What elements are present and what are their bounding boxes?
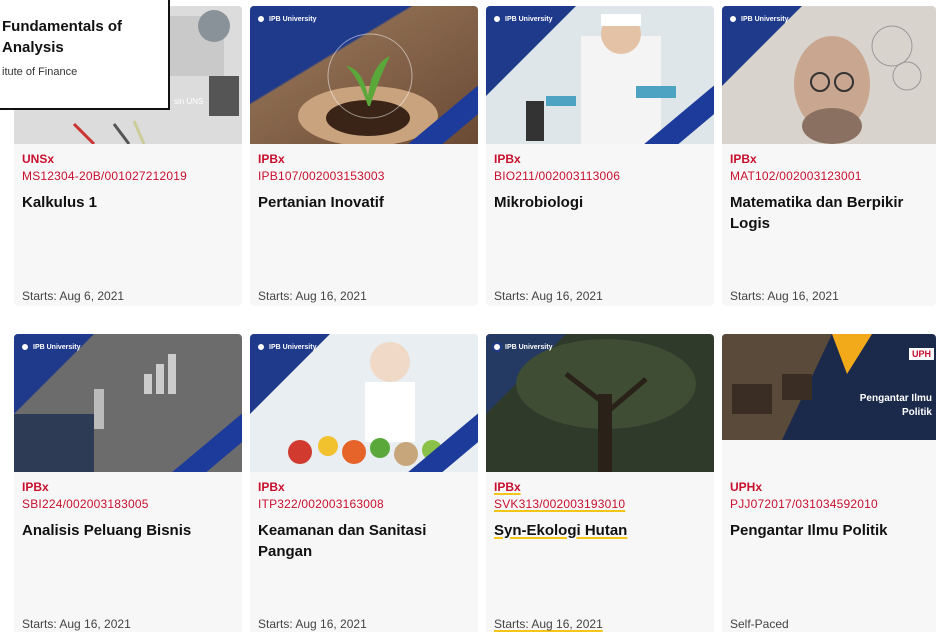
uph-logo: UPH (908, 348, 934, 360)
ipb-logo-icon (20, 342, 30, 352)
ipb-university-badge: IPB University (492, 342, 552, 352)
course-card-syn-ekologi-hutan[interactable]: IPB University IPBx SVK313/002003193010 … (486, 334, 714, 632)
ipb-university-badge: IPB University (728, 14, 788, 24)
course-org: UPHx (730, 480, 763, 494)
course-start-date: Self-Paced (730, 617, 789, 631)
course-start-date: Starts: Aug 16, 2021 (258, 289, 367, 303)
course-preview-popup[interactable]: Fundamentals of Analysis itute of Financ… (0, 0, 170, 110)
course-start-date: Starts: Aug 16, 2021 (494, 617, 603, 631)
course-code: IPB107/002003153003 (258, 169, 385, 183)
course-org: IPBx (22, 480, 49, 494)
course-title[interactable]: Pertanian Inovatif (258, 192, 472, 213)
course-code: MAT102/002003123001 (730, 169, 862, 183)
thumb-course-title: Pengantar Ilmu Politik (859, 393, 932, 418)
course-card-pertanian-inovatif[interactable]: IPB University IPBx IPB107/002003153003 … (250, 6, 478, 306)
course-thumbnail: UPH Pengantar Ilmu Politik (722, 334, 936, 440)
course-start-date: Starts: Aug 6, 2021 (22, 289, 125, 303)
course-title[interactable]: Syn-Ekologi Hutan (494, 520, 708, 541)
course-org: IPBx (494, 480, 521, 494)
course-thumbnail: IPB University (14, 334, 242, 472)
course-thumbnail: IPB University (250, 6, 478, 144)
ipb-logo-icon (492, 14, 502, 24)
ipb-university-badge: IPB University (20, 342, 80, 352)
popup-subtitle: itute of Finance (2, 66, 78, 78)
course-card-matematika[interactable]: IPB University IPBx MAT102/002003123001 … (722, 6, 936, 306)
course-code: BIO211/002003113006 (494, 169, 621, 183)
ipb-university-badge: IPB University (256, 14, 316, 24)
ipb-logo-icon (256, 14, 266, 24)
course-title[interactable]: Kalkulus 1 (22, 192, 236, 213)
course-title[interactable]: Pengantar Ilmu Politik (730, 520, 930, 541)
course-grid: sin UNS UNSx MS12304-20B/001027212019 Ka… (0, 0, 936, 632)
course-card-keamanan-dan-sanitasi[interactable]: IPB University IPBx ITP322/002003163008 … (250, 334, 478, 632)
course-title[interactable]: Analisis Peluang Bisnis (22, 520, 236, 541)
course-title[interactable]: Keamanan dan Sanitasi Pangan (258, 520, 472, 562)
popup-title: Fundamentals of Analysis (2, 18, 123, 56)
course-start-date: Starts: Aug 16, 2021 (258, 617, 367, 631)
course-start-date: Starts: Aug 16, 2021 (22, 617, 131, 631)
course-title[interactable]: Mikrobiologi (494, 192, 708, 213)
course-code: SBI224/002003183005 (22, 497, 149, 511)
course-thumbnail: IPB University (250, 334, 478, 472)
course-code: MS12304-20B/001027212019 (22, 169, 187, 183)
course-thumbnail: IPB University (486, 334, 714, 472)
course-title[interactable]: Matematika dan Berpikir Logis (730, 192, 930, 234)
course-org: IPBx (258, 152, 285, 166)
course-start-date: Starts: Aug 16, 2021 (494, 289, 603, 303)
course-org: IPBx (258, 480, 285, 494)
course-card-mikrobiologi[interactable]: IPB University IPBx BIO211/002003113006 … (486, 6, 714, 306)
ipb-logo-icon (728, 14, 738, 24)
course-org: UNSx (22, 152, 55, 166)
course-card-analisis-peluang-bisnis[interactable]: IPB University IPBx SBI224/002003183005 … (14, 334, 242, 632)
course-org: IPBx (730, 152, 757, 166)
ipb-logo-icon (256, 342, 266, 352)
course-thumbnail: IPB University (486, 6, 714, 144)
course-card-pengantar-ilmu-politik[interactable]: UPH Pengantar Ilmu Politik UPHx PJJ07201… (722, 334, 936, 632)
course-org: IPBx (494, 152, 521, 166)
ipb-university-badge: IPB University (492, 14, 552, 24)
course-code: SVK313/002003193010 (494, 497, 626, 511)
course-thumbnail: IPB University (722, 6, 936, 144)
course-code: PJJ072017/031034592010 (730, 497, 878, 511)
course-start-date: Starts: Aug 16, 2021 (730, 289, 839, 303)
ipb-university-badge: IPB University (256, 342, 316, 352)
course-code: ITP322/002003163008 (258, 497, 384, 511)
thumb-watermark-text: sin UNS (174, 97, 203, 106)
ipb-logo-icon (492, 342, 502, 352)
